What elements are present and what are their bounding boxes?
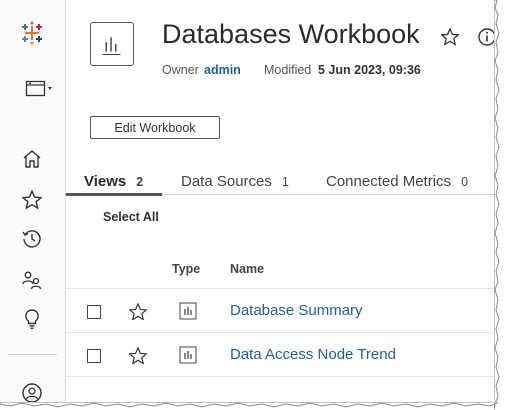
owner-label: Owner bbox=[162, 63, 199, 77]
modified-label: Modified bbox=[264, 63, 312, 77]
edit-workbook-button[interactable]: Edit Workbook bbox=[90, 116, 220, 139]
tab-connected-metrics[interactable]: Connected Metrics 0 bbox=[326, 173, 468, 190]
home-icon[interactable] bbox=[20, 147, 44, 171]
tab-label: Connected Metrics bbox=[326, 173, 452, 190]
favorite-star-icon[interactable] bbox=[439, 26, 461, 48]
app-window: Databases Workbook Owner admin Modified … bbox=[0, 0, 496, 404]
table-divider bbox=[66, 376, 496, 377]
row-favorite-star-icon[interactable] bbox=[127, 345, 149, 367]
row-checkbox[interactable] bbox=[87, 305, 101, 319]
rail-divider bbox=[8, 354, 57, 355]
tab-count: 2 bbox=[136, 175, 144, 189]
table-divider bbox=[66, 332, 496, 333]
view-name-link[interactable]: Database Summary bbox=[230, 302, 363, 319]
row-checkbox[interactable] bbox=[87, 349, 101, 363]
tab-views[interactable]: Views 2 bbox=[84, 173, 143, 190]
tab-count: 0 bbox=[461, 175, 469, 189]
page-title: Databases Workbook bbox=[162, 19, 420, 49]
side-nav bbox=[0, 0, 66, 404]
view-icon bbox=[179, 302, 197, 320]
recents-clock-icon[interactable] bbox=[20, 227, 44, 251]
browse-content-icon[interactable] bbox=[25, 77, 59, 101]
torn-edge-right bbox=[494, 0, 500, 410]
row-favorite-star-icon[interactable] bbox=[127, 301, 149, 323]
owner-link[interactable]: admin bbox=[204, 63, 241, 77]
recommendations-bulb-icon[interactable] bbox=[20, 307, 44, 331]
column-header-name[interactable]: Name bbox=[230, 262, 264, 276]
workbook-thumbnail bbox=[90, 22, 134, 66]
column-header-type[interactable]: Type bbox=[172, 262, 200, 276]
active-tab-indicator bbox=[66, 193, 162, 196]
tab-label: Data Sources bbox=[181, 173, 272, 190]
tab-count: 1 bbox=[281, 175, 289, 189]
select-all-button[interactable]: Select All bbox=[103, 210, 159, 224]
tab-label: Views bbox=[84, 173, 127, 190]
view-name-link[interactable]: Data Access Node Trend bbox=[230, 346, 396, 363]
tableau-logo-icon[interactable] bbox=[20, 21, 44, 45]
view-icon bbox=[179, 346, 197, 364]
torn-edge-bottom bbox=[0, 402, 498, 408]
favorites-star-icon[interactable] bbox=[20, 188, 44, 212]
tab-data-sources[interactable]: Data Sources 1 bbox=[181, 173, 289, 190]
modified-value: 5 Jun 2023, 09:36 bbox=[318, 63, 421, 77]
groups-icon[interactable] bbox=[20, 268, 44, 292]
workbook-chart-icon bbox=[102, 37, 121, 55]
table-divider bbox=[66, 288, 496, 289]
user-avatar-icon[interactable] bbox=[20, 381, 44, 404]
